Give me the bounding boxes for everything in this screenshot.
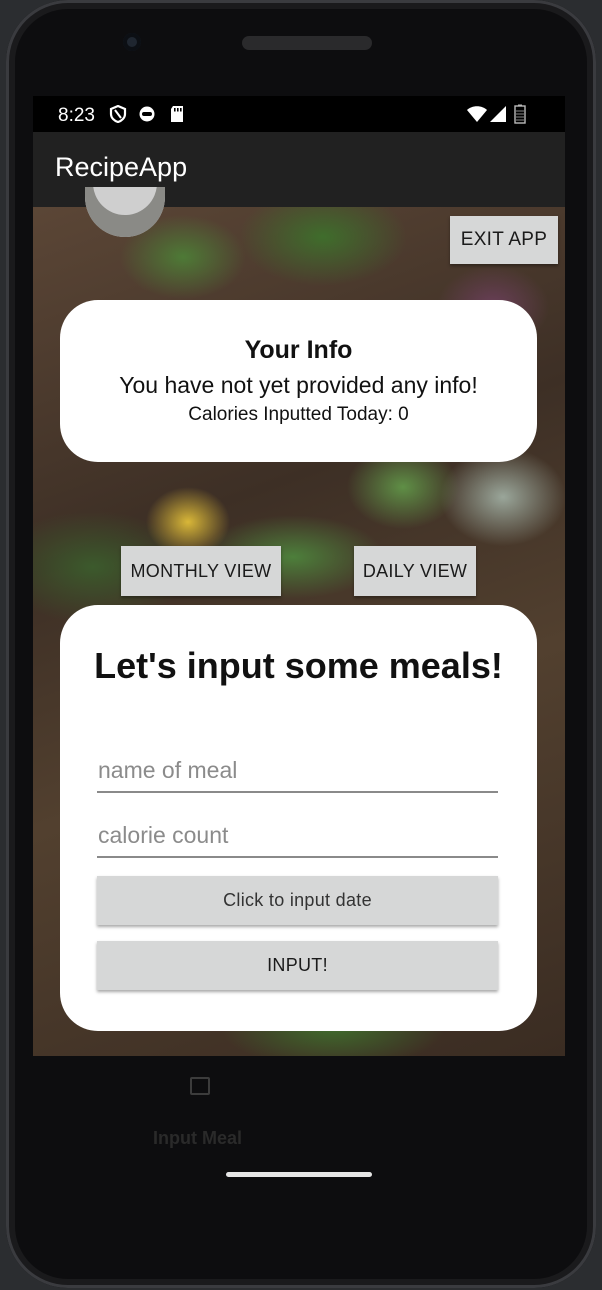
nav-label-input-meal[interactable]: Input Meal: [153, 1128, 242, 1149]
meal-input-card: Let's input some meals! name of meal cal…: [60, 605, 537, 1031]
home-indicator[interactable]: [226, 1172, 372, 1177]
info-card: Your Info You have not yet provided any …: [60, 300, 537, 462]
app-title: RecipeApp: [55, 152, 188, 182]
exit-app-button[interactable]: EXIT APP: [450, 216, 558, 264]
meal-heading: Let's input some meals!: [94, 645, 503, 686]
face-icon: [139, 106, 155, 122]
daily-view-button[interactable]: DAILY VIEW: [354, 546, 476, 596]
sd-card-icon: [171, 106, 183, 122]
wifi-icon: [467, 106, 487, 122]
shield-icon: [109, 105, 127, 123]
status-time: 8:23: [58, 105, 95, 126]
earpiece-speaker: [242, 36, 372, 50]
signal-icon: [490, 106, 506, 122]
meal-name-placeholder: name of meal: [98, 757, 238, 783]
status-bar: 8:23: [33, 96, 565, 132]
battery-icon: [514, 104, 526, 124]
bottom-nav: Input Meal: [33, 1056, 565, 1231]
meal-name-field[interactable]: name of meal: [97, 751, 498, 793]
phone-frame: 8:23 RecipeApp EXIT APP Your Info You ha…: [6, 0, 596, 1288]
input-date-button[interactable]: Click to input date: [97, 876, 498, 925]
monthly-view-button[interactable]: MONTHLY VIEW: [121, 546, 281, 596]
info-message: You have not yet provided any info!: [119, 372, 478, 398]
front-camera: [123, 33, 141, 51]
input-button[interactable]: INPUT!: [97, 941, 498, 990]
calorie-count-placeholder: calorie count: [98, 822, 229, 848]
input-icon[interactable]: [190, 1077, 210, 1095]
calorie-count-field[interactable]: calorie count: [97, 816, 498, 858]
screen: 8:23 RecipeApp EXIT APP Your Info You ha…: [33, 96, 565, 1056]
calories-today: Calories Inputted Today: 0: [188, 404, 409, 425]
info-title: Your Info: [244, 336, 353, 364]
content-area: EXIT APP Your Info You have not yet prov…: [33, 187, 565, 1056]
background-bowl: [85, 187, 165, 237]
